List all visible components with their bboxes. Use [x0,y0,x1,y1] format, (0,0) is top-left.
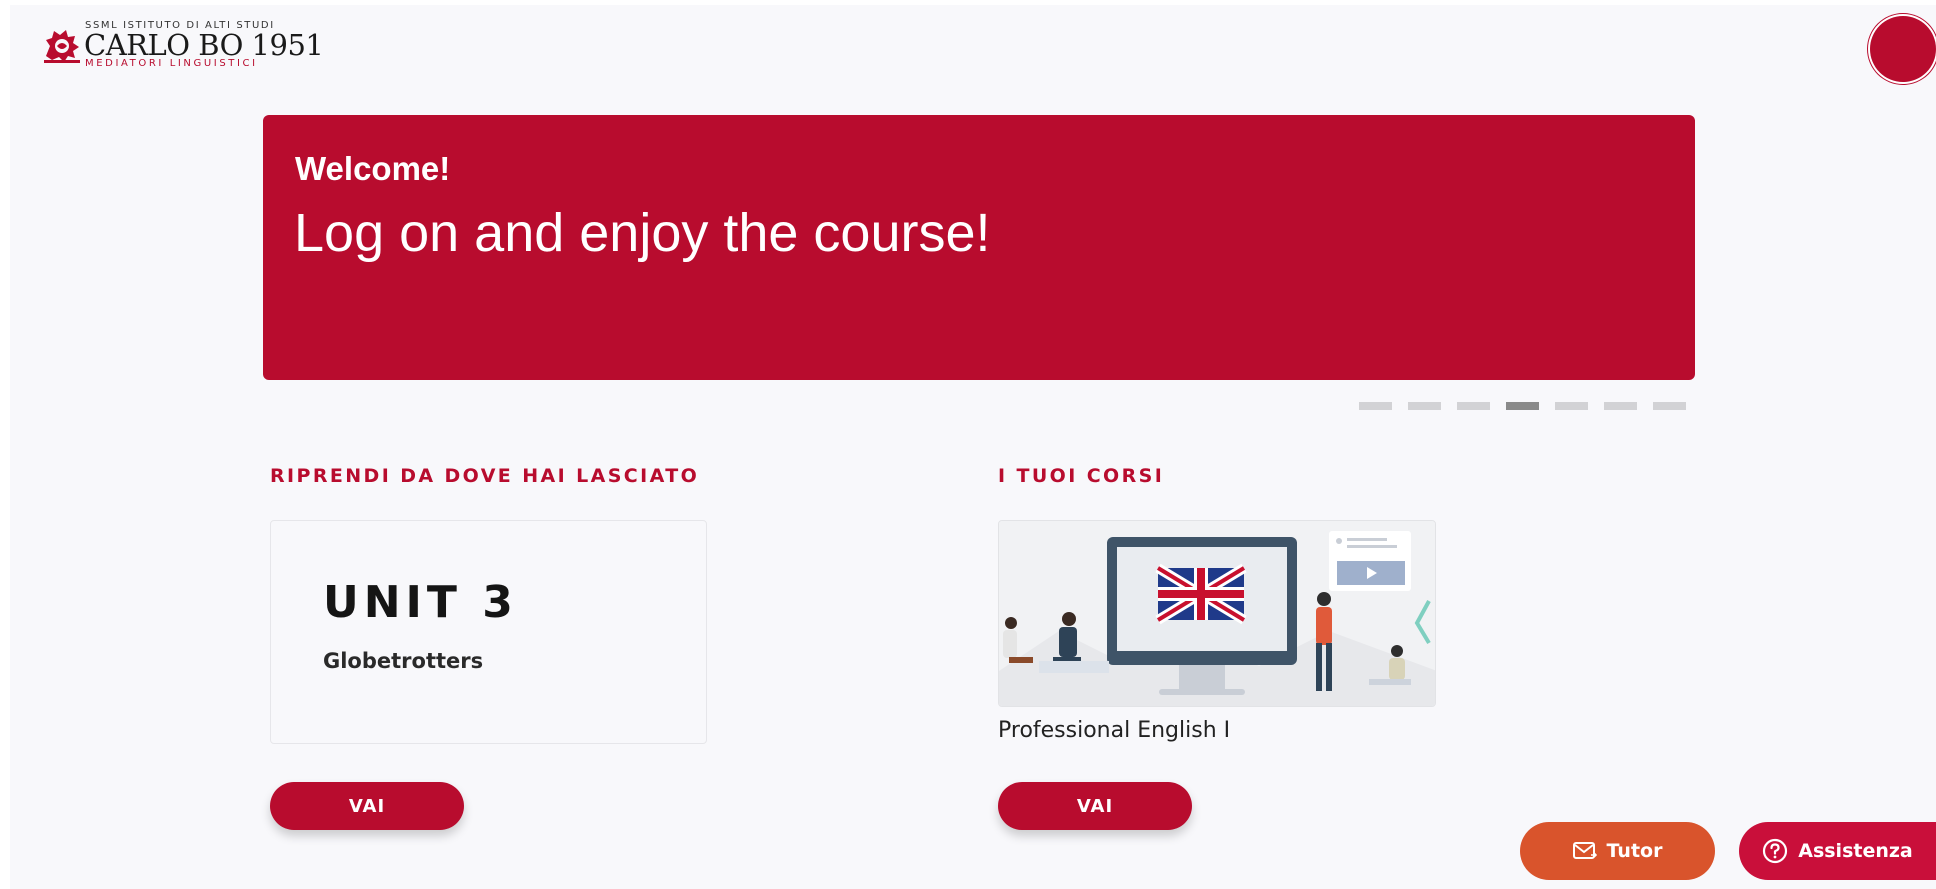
carousel-dot[interactable] [1457,402,1490,410]
assistance-label: Assistenza [1798,840,1913,862]
resume-section-title: RIPRENDI DA DOVE HAI LASCIATO [270,465,700,487]
resume-card[interactable]: UNIT 3 Globetrotters [270,520,707,744]
uk-flag-monitor-illustration [999,521,1435,706]
user-avatar[interactable] [1870,16,1936,82]
carousel-dot[interactable] [1604,402,1637,410]
question-icon [1763,838,1788,864]
tutor-button[interactable]: Tutor [1520,822,1715,880]
course-card[interactable] [998,520,1436,707]
lion-logo-icon [44,30,80,63]
logo-sub-text: MEDIATORI LINGUISTICI [85,58,258,69]
course-vai-button[interactable]: VAI [998,782,1192,830]
carousel-dot-active[interactable] [1506,402,1539,410]
banner-welcome: Welcome! [295,150,451,187]
mail-icon [1572,842,1597,859]
carousel-indicators [1359,402,1686,410]
course-name[interactable]: Professional English I [998,718,1230,743]
banner-text: Log on and enjoy the course! [294,203,991,263]
carousel-dot[interactable] [1359,402,1392,410]
welcome-banner: Welcome! Log on and enjoy the course! [263,115,1695,380]
courses-section-title: I TUOI CORSI [998,465,1165,487]
logo-main-text: CARLO BO 1951 [84,28,324,62]
carousel-dot[interactable] [1555,402,1588,410]
logo[interactable]: SSML ISTITUTO DI ALTI STUDI CARLO BO 195… [42,18,324,74]
carousel-dot[interactable] [1408,402,1441,410]
unit-subtitle: Globetrotters [323,649,484,673]
tutor-label: Tutor [1606,840,1663,862]
assistance-button[interactable]: Assistenza [1739,822,1936,880]
resume-vai-button[interactable]: VAI [270,782,464,830]
unit-title: UNIT 3 [323,577,518,628]
carousel-dot[interactable] [1653,402,1686,410]
